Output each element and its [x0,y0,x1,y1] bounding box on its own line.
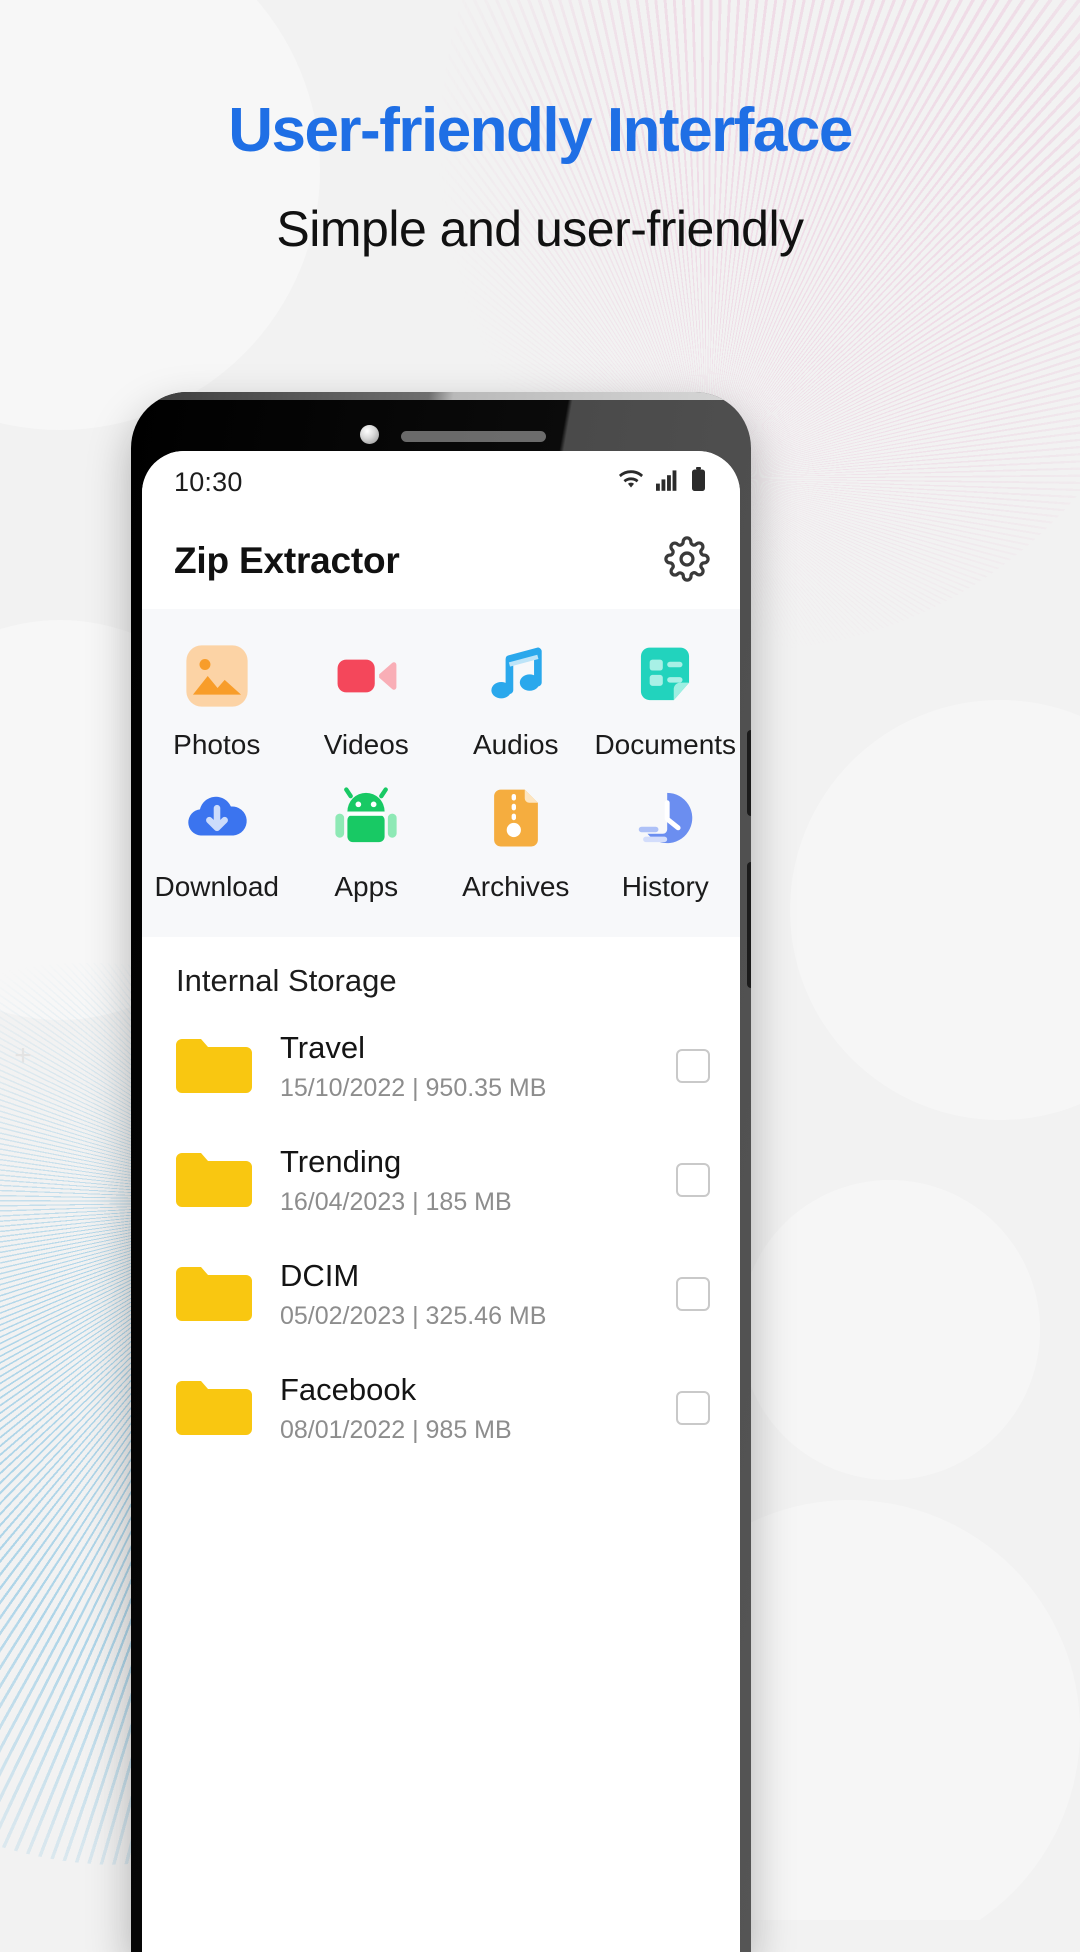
plus-decoration-icon: + [14,1039,32,1072]
decorative-circle [740,1180,1040,1480]
phone-mockup: 10:30 Zip Extractor Photos Videos Audios… [131,392,751,1952]
category-row-2: Download Apps Archives History [142,781,740,903]
category-label: Documents [594,729,737,760]
row-checkbox[interactable] [676,1163,710,1197]
row-checkbox[interactable] [676,1391,710,1425]
phone-bezel-highlight [131,392,751,400]
download-icon [180,781,254,855]
folder-icon [176,1379,254,1437]
cellular-signal-icon [656,469,680,496]
status-time: 10:30 [174,466,243,497]
file-name: Facebook [280,1371,417,1407]
table-row[interactable]: DCIM 05/02/2023 | 325.46 MB [142,1237,740,1351]
file-info: Facebook 08/01/2022 | 985 MB [254,1372,676,1445]
table-row[interactable]: Travel 15/10/2022 | 950.35 MB [142,1009,740,1123]
category-label: Photos [173,729,261,760]
status-bar: 10:30 [142,451,740,513]
category-label: Apps [334,871,399,902]
section-title: Internal Storage [176,963,397,998]
category-history[interactable]: History [591,781,741,903]
apps-icon [329,781,403,855]
photos-icon [180,639,254,713]
file-name: DCIM [280,1257,360,1293]
file-subtitle: 05/02/2023 | 325.46 MB [280,1301,547,1330]
history-icon [628,781,702,855]
category-row-1: Photos Videos Audios Documents [142,639,740,761]
file-subtitle: 15/10/2022 | 950.35 MB [280,1073,547,1102]
videos-icon [329,639,403,713]
folder-icon [176,1265,254,1323]
front-camera-icon [360,425,379,444]
archives-icon [479,781,553,855]
row-checkbox[interactable] [676,1049,710,1083]
page-title: User-friendly Interface [228,96,853,165]
category-download[interactable]: Download [142,781,292,903]
earpiece-speaker [401,431,546,442]
status-icon-group [617,467,706,497]
folder-icon [176,1037,254,1095]
documents-icon [628,639,702,713]
wifi-icon [617,469,645,496]
category-label: Download [154,871,280,902]
category-audios[interactable]: Audios [441,639,591,761]
battery-icon [691,467,706,497]
phone-screen: 10:30 Zip Extractor Photos Videos Audios… [142,451,740,1952]
category-photos[interactable]: Photos [142,639,292,761]
gear-icon[interactable] [664,535,710,587]
category-archives[interactable]: Archives [441,781,591,903]
file-info: Travel 15/10/2022 | 950.35 MB [254,1030,676,1103]
file-subtitle: 08/01/2022 | 985 MB [280,1415,512,1444]
volume-button[interactable] [747,730,751,816]
category-documents[interactable]: Documents [591,639,741,761]
category-label: History [621,871,709,902]
page-subtitle: Simple and user-friendly [276,201,804,257]
app-title: Zip Extractor [174,540,400,581]
category-label: Audios [472,729,559,760]
app-bar: Zip Extractor [142,513,740,609]
power-button[interactable] [747,862,751,988]
file-info: DCIM 05/02/2023 | 325.46 MB [254,1258,676,1331]
row-checkbox[interactable] [676,1277,710,1311]
table-row[interactable]: Trending 16/04/2023 | 185 MB [142,1123,740,1237]
category-apps[interactable]: Apps [292,781,442,903]
audios-icon [479,639,553,713]
file-info: Trending 16/04/2023 | 185 MB [254,1144,676,1217]
storage-list: Internal Storage Travel 15/10/2022 | 950… [142,937,740,1465]
file-name: Travel [280,1029,365,1065]
category-label: Videos [323,729,409,760]
category-label: Archives [462,871,570,902]
decorative-circle [790,700,1080,1120]
file-name: Trending [280,1143,402,1179]
category-grid: Photos Videos Audios Documents Download … [142,609,740,937]
folder-icon [176,1151,254,1209]
file-subtitle: 16/04/2023 | 185 MB [280,1187,512,1216]
table-row[interactable]: Facebook 08/01/2022 | 985 MB [142,1351,740,1465]
category-videos[interactable]: Videos [292,639,442,761]
